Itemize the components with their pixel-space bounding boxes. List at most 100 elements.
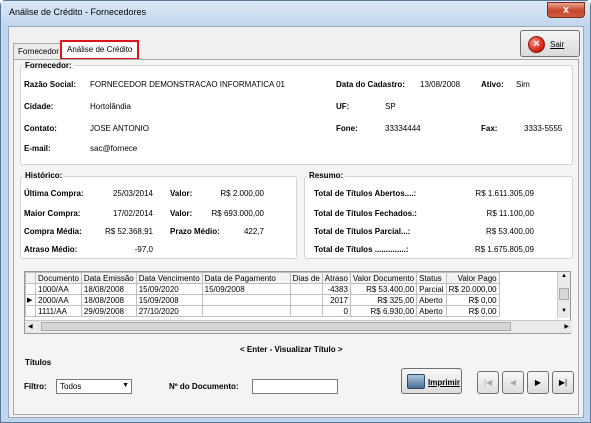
scroll-left-icon[interactable]: ◀ — [28, 323, 33, 330]
title-bar: Análise de Crédito - Fornecedores x — [1, 1, 590, 25]
scroll-down-icon[interactable]: ▼ — [561, 308, 567, 314]
col-valor-documento[interactable]: Valor Documento — [349, 272, 418, 284]
close-button[interactable]: x — [547, 2, 585, 18]
cidade-label: Cidade: — [24, 102, 54, 111]
ultima-valor-label: Valor: — [170, 189, 193, 198]
prazo-medio-value: 422,7 — [243, 227, 264, 236]
data-cadastro-label: Data do Cadastro: — [336, 80, 405, 89]
col-data-vencimento[interactable]: Data Vencimento — [135, 272, 203, 284]
next-record-button[interactable]: ▶ — [527, 371, 549, 394]
cell: 2000/AA — [35, 294, 82, 306]
scroll-up-icon[interactable]: ▲ — [561, 273, 567, 279]
cell: 0 — [321, 305, 351, 317]
ultima-compra-value: 25/03/2014 — [112, 189, 153, 198]
ultima-valor-value: R$ 2.000,00 — [220, 189, 264, 198]
cell: Parcial — [416, 283, 447, 295]
titulos-grid[interactable]: Documento Data Emissão Data Vencimento D… — [24, 271, 572, 334]
table-row[interactable]: 1111/AA 29/09/2008 27/10/2020 0 R$ 6.930… — [25, 305, 500, 317]
filtro-selected-value: Todos — [60, 382, 82, 391]
col-status[interactable]: Status — [416, 272, 447, 284]
imprimir-button[interactable]: Imprimir — [401, 368, 462, 394]
grid-vertical-scrollbar[interactable]: ▲ ▼ — [557, 272, 570, 318]
window-title: Análise de Crédito - Fornecedores — [9, 7, 147, 17]
maior-compra-value: 17/02/2014 — [112, 209, 153, 218]
cell: R$ 0,00 — [445, 294, 500, 306]
printer-icon — [407, 374, 425, 389]
cell: 2017 — [321, 294, 351, 306]
h-scroll-thumb[interactable] — [41, 322, 511, 331]
cell: 1111/AA — [35, 305, 82, 317]
titulos-title: Títulos — [23, 358, 54, 367]
imprimir-label: Imprimir — [428, 378, 461, 387]
prazo-medio-label: Prazo Médio: — [170, 227, 220, 236]
sair-button[interactable]: × Sair — [520, 30, 580, 57]
chevron-down-icon: ▼ — [122, 382, 129, 389]
col-valor-pago[interactable]: Valor Pago — [445, 272, 500, 284]
tab-analise-credito[interactable]: Análise de Crédito — [60, 40, 139, 60]
x-circle-icon: × — [528, 36, 545, 53]
atraso-medio-label: Atraso Médio: — [24, 245, 78, 254]
table-row[interactable]: 1000/AA 18/08/2008 15/09/2020 15/09/2008… — [25, 283, 500, 295]
col-atraso[interactable]: Atraso — [321, 272, 351, 284]
uf-label: UF: — [336, 102, 350, 111]
ativo-label: Ativo: — [481, 80, 504, 89]
grid-horizontal-scrollbar[interactable]: ◀ ▶ — [25, 320, 572, 333]
resumo-fechados-value: R$ 11.100,00 — [486, 209, 534, 218]
sair-label: Sair — [550, 40, 565, 49]
uf-value: SP — [385, 102, 396, 111]
fornecedor-title: Fornecedor: — [23, 61, 74, 70]
razao-value: FORNECEDOR DEMONSTRACAO INFORMATICA 01 — [90, 80, 285, 89]
scroll-right-icon[interactable]: ▶ — [564, 323, 569, 330]
col-dias-de[interactable]: Dias de — [289, 272, 323, 284]
col-documento[interactable]: Documento — [35, 272, 82, 284]
scroll-thumb[interactable] — [559, 288, 569, 300]
client-area: Fornecedor Análise de Crédito × Sair For… — [8, 26, 584, 418]
resumo-abertos-value: R$ 1.611.305,09 — [475, 189, 534, 198]
cell — [201, 305, 291, 317]
maior-valor-value: R$ 693.000,00 — [211, 209, 265, 218]
window: Análise de Crédito - Fornecedores x Forn… — [0, 0, 591, 423]
razao-label: Razão Social: — [24, 80, 77, 89]
resumo-title: Resumo: — [307, 171, 346, 180]
last-record-button[interactable]: ▶| — [552, 371, 574, 394]
cell: 18/08/2008 — [80, 283, 137, 295]
cell: R$ 0,00 — [445, 305, 500, 317]
documento-input[interactable] — [252, 379, 338, 394]
fone-label: Fone: — [336, 124, 358, 133]
contato-value: JOSE ANTONIO — [90, 124, 149, 133]
resumo-total-label: Total de Títulos ..............: — [314, 245, 409, 254]
cell: 27/10/2020 — [135, 305, 203, 317]
tab-panel-analise: Fornecedor: Razão Social: FORNECEDOR DEM… — [13, 59, 579, 415]
cell: R$ 20.000,00 — [445, 283, 500, 295]
compra-media-value: R$ 52.368,91 — [104, 227, 153, 236]
contato-label: Contato: — [24, 124, 57, 133]
cidade-value: Hortolândia — [90, 102, 131, 111]
cell: Aberto — [416, 305, 447, 317]
grid-header-row: Documento Data Emissão Data Vencimento D… — [25, 272, 500, 284]
first-record-button[interactable]: |◀ — [477, 371, 499, 394]
cell: -4383 — [321, 283, 351, 295]
documento-label: Nº do Documento: — [169, 382, 239, 391]
cell: R$ 325,00 — [349, 294, 418, 306]
fone-value: 33334444 — [385, 124, 421, 133]
cell: 18/08/2008 — [80, 294, 137, 306]
cell — [289, 305, 323, 317]
titulos-table: Documento Data Emissão Data Vencimento D… — [25, 272, 500, 317]
cell — [289, 294, 323, 306]
cell: 15/09/2020 — [135, 283, 203, 295]
resumo-parcial-value: R$ 53.400,00 — [485, 227, 534, 236]
filtro-select[interactable]: Todos ▼ — [56, 379, 132, 394]
cell: R$ 6.930,00 — [349, 305, 418, 317]
resumo-parcial-label: Total de Títulos Parcial...: — [314, 227, 411, 236]
col-data-pagamento[interactable]: Data de Pagamento — [201, 272, 291, 284]
resumo-abertos-label: Total de Títulos Abertos....: — [314, 189, 417, 198]
cell: 1000/AA — [35, 283, 82, 295]
cell: 15/09/2008 — [201, 283, 291, 295]
previous-record-button[interactable]: ◀ — [502, 371, 524, 394]
grid-nav-hint: < Enter - Visualizar Título > — [240, 345, 343, 354]
cell: 15/09/2008 — [135, 294, 203, 306]
resumo-total-value: R$ 1.675.805,09 — [474, 245, 534, 254]
table-row[interactable]: ▶ 2000/AA 18/08/2008 15/09/2008 2017 R$ … — [25, 294, 500, 306]
tab-fornecedor[interactable]: Fornecedor — [13, 43, 63, 60]
col-data-emissao[interactable]: Data Emissão — [80, 272, 137, 284]
